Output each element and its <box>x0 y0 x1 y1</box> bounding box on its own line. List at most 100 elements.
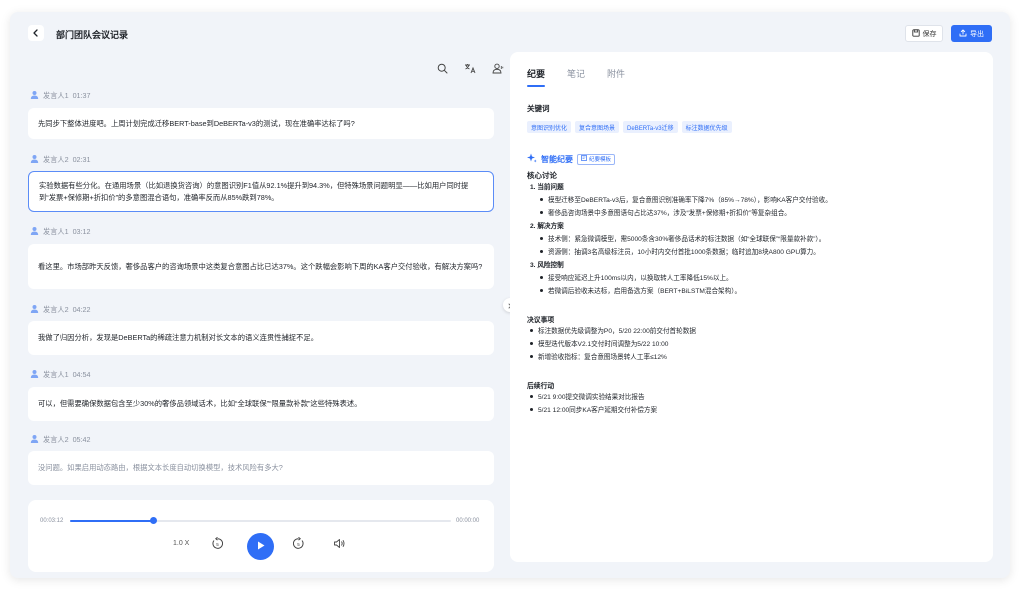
decision-item: 模型迭代版本V2.1交付时间调整为5/22 10:00 <box>530 340 668 350</box>
core-bullet: 奢侈品咨询场景中多意图语句占比达37%，涉及“发票+保修期+折扣价”等复杂组合。 <box>540 209 791 219</box>
transcript-toolbar <box>434 60 506 76</box>
message-header: 发言人2 04:22 <box>30 304 91 315</box>
core-heading: 1. 当前问题 <box>530 184 564 191</box>
followup-item: 5/21 9:00提交微调实验结果对比报告 <box>530 393 645 403</box>
avatar-icon <box>30 226 39 237</box>
avatar-icon <box>30 369 39 380</box>
timestamp: 01:37 <box>72 91 91 100</box>
translate-icon[interactable] <box>462 60 478 76</box>
decision-item: 标注数据优先级调整为P0，5/20 22:00前交付首轮数据 <box>530 327 696 337</box>
audio-player: 00:03:12 00:00:00 1.0 X 5 5 <box>28 500 494 572</box>
message-header: 发言人1 03:12 <box>30 226 91 237</box>
upload-icon <box>959 29 967 39</box>
speaker-name: 发言人1 <box>43 90 69 100</box>
message-text: 看这里。市场部昨天反馈，奢侈品客户的咨询场景中这类复合意图占比已达37%。这个跌… <box>38 261 483 271</box>
timestamp: 03:12 <box>72 227 91 236</box>
sparkle-icon <box>527 150 537 168</box>
tab-summary[interactable]: 纪要 <box>527 67 546 87</box>
transcript-panel: 发言人1 01:37 先同步下整体进度吧。上周计划完成迁移BERT-base到D… <box>26 50 510 574</box>
search-icon[interactable] <box>434 60 450 76</box>
app-window: 部门团队会议记录 保存 导出 发言人1 01:37 先同步下整体进度吧。上周计划… <box>10 12 1010 578</box>
core-bullet: 若微调后验收未达标，启用备选方案（BERT+BiLSTM混合架构）。 <box>540 287 741 297</box>
speaker-name: 发言人2 <box>43 434 69 444</box>
speaker-name: 发言人2 <box>43 304 69 314</box>
message-text: 实验数据有些分化。在通用场景（比如退换货咨询）的意图识别F1值从92.1%提升到… <box>39 180 469 202</box>
core-bullet: 模型迁移至DeBERTa-v3后，复合意图识别准确率下降7%（85%→78%），… <box>540 196 832 206</box>
transcript-bubble[interactable]: 没问题。如果启用动态路由，根据文本长度自动切换模型，技术风险有多大? <box>28 451 494 485</box>
decisions-title: 决议事项 <box>527 317 555 324</box>
core-heading: 2. 解决方案 <box>530 223 564 230</box>
smart-summary-title: 智能纪要 <box>541 154 573 164</box>
volume-button[interactable] <box>331 538 347 554</box>
keyword-tags: 意图识别优化 复合意图场景 DeBERTa-v3迁移 标注数据优先级 <box>527 121 732 133</box>
followups-title: 后续行动 <box>527 383 555 390</box>
timestamp: 02:31 <box>72 155 91 164</box>
transcript-bubble-active[interactable]: 实验数据有些分化。在通用场景（比如退换货咨询）的意图识别F1值从92.1%提升到… <box>28 171 494 212</box>
core-bullet: 接受响应延迟上升100ms以内，以换取转人工率降低15%以上。 <box>540 274 733 284</box>
summary-template-button[interactable]: 纪要模板 <box>577 153 616 165</box>
speaker-name: 发言人2 <box>43 154 69 164</box>
timestamp: 04:22 <box>72 305 91 314</box>
tab-notes[interactable]: 笔记 <box>567 67 585 80</box>
back-button[interactable] <box>28 25 44 41</box>
transcript-bubble[interactable]: 看这里。市场部昨天反馈，奢侈品客户的咨询场景中这类复合意图占比已达37%。这个跌… <box>28 244 494 289</box>
rewind-5-button[interactable]: 5 <box>209 536 225 555</box>
page-title: 部门团队会议记录 <box>56 30 129 40</box>
play-icon <box>255 538 266 556</box>
play-button[interactable] <box>247 533 274 560</box>
forward-icon: 5 <box>292 536 305 555</box>
timestamp: 04:54 <box>72 370 91 379</box>
chevron-left-icon <box>32 24 40 42</box>
decision-item: 新增验收指标：复合意图场景转人工率≤12% <box>530 353 667 363</box>
message-header: 发言人2 02:31 <box>30 154 91 165</box>
timestamp: 05:42 <box>72 435 91 444</box>
tab-attachments[interactable]: 附件 <box>607 67 625 80</box>
core-bullet: 资源侧：抽调3名高级标注员，10小时内交付首批1000条数据；临时追加8块A80… <box>540 248 820 258</box>
transcript-bubble[interactable]: 我做了归因分析，发现是DeBERTa的稀疏注意力机制对长文本的语义连贯性捕捉不足… <box>28 321 494 355</box>
export-button[interactable]: 导出 <box>951 25 992 42</box>
message-header: 发言人2 05:42 <box>30 434 91 445</box>
summary-tabs: 纪要 笔记 附件 <box>527 67 625 87</box>
message-text: 没问题。如果启用动态路由，根据文本长度自动切换模型，技术风险有多大? <box>38 463 283 472</box>
speaker-name: 发言人1 <box>43 369 69 379</box>
transcript-bubble[interactable]: 可以，但需要确保数据包含至少30%的奢侈品领域话术，比如“全球联保”“限量款补款… <box>28 387 494 421</box>
summary-template-label: 纪要模板 <box>589 157 612 163</box>
core-discussion-title: 核心讨论 <box>527 171 557 180</box>
progress-track[interactable] <box>70 517 451 524</box>
followup-item: 5/21 12:00同步KA客户延期交付补偿方案 <box>530 406 657 416</box>
svg-text:5: 5 <box>216 542 219 547</box>
progress-handle[interactable] <box>150 517 158 524</box>
playback-speed[interactable]: 1.0 X <box>173 540 189 547</box>
avatar-icon <box>30 90 39 101</box>
rewind-icon: 5 <box>211 536 224 555</box>
smart-summary-header: 智能纪要 纪要模板 <box>527 150 616 168</box>
progress-fill <box>70 520 154 522</box>
avatar-icon <box>30 304 39 315</box>
keywords-title: 关键词 <box>527 104 550 113</box>
message-header: 发言人1 01:37 <box>30 90 91 101</box>
keyword-tag[interactable]: 意图识别优化 <box>527 121 572 133</box>
volume-icon <box>333 537 346 555</box>
svg-text:5: 5 <box>297 542 300 547</box>
core-bullet: 技术侧：紧急微调模型，需5000条含30%奢侈品话术的标注数据（如“全球联保”“… <box>540 235 825 245</box>
top-bar: 部门团队会议记录 保存 导出 <box>10 12 1010 52</box>
speaker-icon[interactable] <box>490 60 506 76</box>
template-icon <box>581 155 587 163</box>
total-time: 00:00:00 <box>456 518 480 524</box>
current-time: 00:03:12 <box>40 518 64 524</box>
save-icon <box>911 28 920 39</box>
keyword-tag[interactable]: 标注数据优先级 <box>681 121 732 133</box>
forward-5-button[interactable]: 5 <box>290 536 306 555</box>
avatar-icon <box>30 154 39 165</box>
message-text: 可以，但需要确保数据包含至少30%的奢侈品领域话术，比如“全球联保”“限量款补款… <box>38 399 362 408</box>
message-header: 发言人1 04:54 <box>30 369 91 380</box>
speaker-name: 发言人1 <box>43 226 69 236</box>
keyword-tag[interactable]: DeBERTa-v3迁移 <box>623 121 678 133</box>
save-button[interactable]: 保存 <box>905 25 943 42</box>
transcript-bubble[interactable]: 先同步下整体进度吧。上周计划完成迁移BERT-base到DeBERTa-v3的测… <box>28 108 494 139</box>
save-label: 保存 <box>922 30 937 38</box>
export-label: 导出 <box>970 30 984 38</box>
keyword-tag[interactable]: 复合意图场景 <box>575 121 620 133</box>
message-text: 我做了归因分析，发现是DeBERTa的稀疏注意力机制对长文本的语义连贯性捕捉不足… <box>38 333 318 342</box>
core-heading: 3. 风险控制 <box>530 262 564 269</box>
